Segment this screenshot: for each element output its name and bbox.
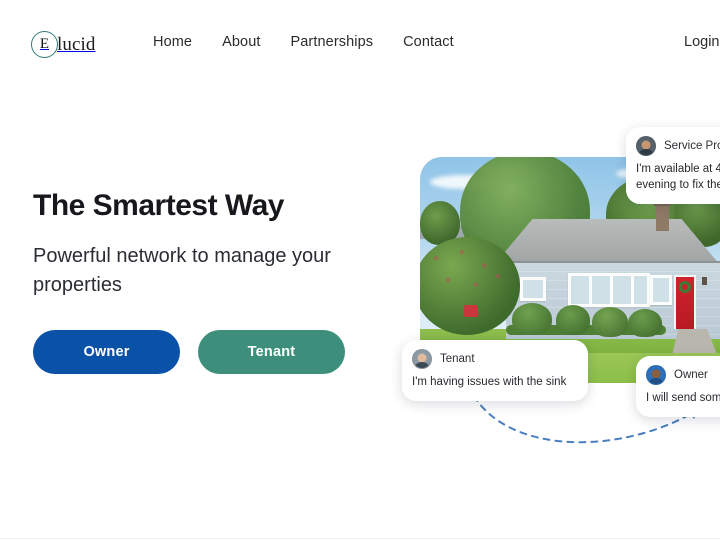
owner-avatar [646,365,666,385]
bubble-header: Tenant [412,349,576,369]
nav-item-about[interactable]: About [222,34,260,50]
avatar-body-icon [413,362,431,368]
chat-sender-name: Owner [674,369,708,381]
garden-chair [464,305,478,317]
nav-item-contact[interactable]: Contact [403,34,454,50]
shrub [512,303,552,335]
avatar-body-icon [637,149,655,155]
shrub [592,307,628,337]
site-header: E lucid Home About Partnerships Contact … [0,0,720,90]
nav-item-home[interactable]: Home [153,34,192,50]
chat-bubble-service-provider[interactable]: Service Prov I'm available at 4 evening … [626,127,720,204]
chat-message-text: I will send som [646,392,720,404]
tenant-avatar [412,349,432,369]
brand-wordmark: lucid [57,33,96,55]
tenant-button[interactable]: Tenant [198,330,345,374]
page-bottom-divider [0,538,720,539]
chat-bubble-owner[interactable]: Owner I will send som [636,356,720,417]
page-title: The Smartest Way [33,189,284,222]
house-roof [494,219,720,265]
shrub [556,305,590,335]
landing-page: E lucid Home About Partnerships Contact … [0,0,720,540]
nav-item-partnerships[interactable]: Partnerships [291,34,374,50]
chat-message-text: I'm available at 4 evening to fix the [636,163,720,191]
brand-logo[interactable]: E lucid [31,31,96,58]
bush-blossoms [424,245,510,305]
chat-sender-name: Service Prov [664,140,720,152]
shrub [628,309,662,337]
bubble-header: Owner [646,365,720,385]
hero-text-block: The Smartest Way Powerful network to man… [33,189,393,300]
logo-circle-e-icon: E [31,31,58,58]
chat-bubble-tenant[interactable]: Tenant I'm having issues with the sink [402,340,588,401]
bubble-header: Service Prov [636,136,720,156]
chimney [656,205,669,231]
window-mullions [568,273,650,307]
main-navigation: Home About Partnerships Contact [153,34,454,50]
porch-lamp [702,277,707,285]
avatar-body-icon [647,378,665,384]
chat-message-text: I'm having issues with the sink [412,376,567,388]
window [650,275,672,305]
service-provider-avatar [636,136,656,156]
hero-subtitle: Powerful network to manage your properti… [33,244,331,296]
owner-button[interactable]: Owner [33,330,180,374]
hero-cta-group: Owner Tenant [33,330,345,374]
login-link[interactable]: Login [684,34,719,50]
window [520,277,546,301]
door-wreath [679,281,691,293]
chat-sender-name: Tenant [440,353,475,365]
